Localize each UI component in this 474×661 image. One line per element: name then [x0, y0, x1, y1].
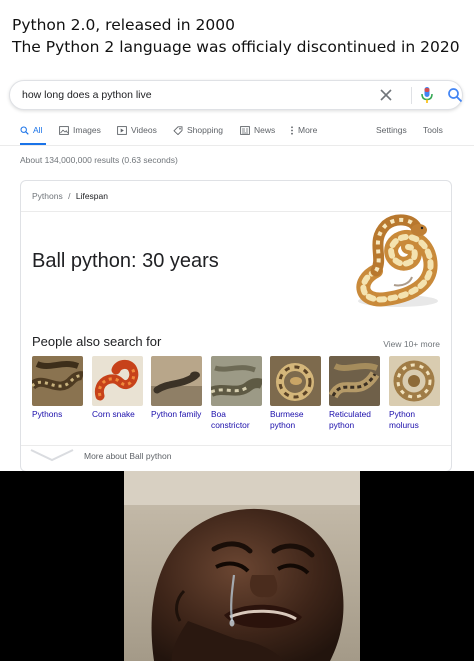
crying-man-photo [124, 471, 360, 661]
search-box[interactable] [9, 80, 463, 110]
tools-link[interactable]: Tools [423, 125, 443, 135]
caption-line-2: The Python 2 language was officialy disc… [12, 38, 460, 56]
python-family-thumbnail [151, 356, 202, 406]
related-item-label: Corn snake [92, 409, 135, 419]
related-item-burmese-python[interactable]: Burmese python [270, 356, 324, 431]
tab-more-label: More [298, 125, 318, 135]
breadcrumb: Pythons / Lifespan [32, 191, 108, 201]
tab-all-label: All [33, 125, 43, 135]
breadcrumb-separator: / [68, 191, 71, 201]
tab-shopping-label: Shopping [187, 125, 223, 135]
related-entities: Pythons Corn snake Python family Boa con… [32, 356, 447, 436]
search-input[interactable] [22, 81, 362, 109]
related-item-label: Python family [151, 409, 202, 419]
video-icon [117, 125, 127, 135]
related-item-boa-constrictor[interactable]: Boa constrictor [211, 356, 265, 431]
boa-constrictor-thumbnail [211, 356, 262, 406]
tab-more[interactable]: More [290, 125, 317, 135]
meme-caption: Python 2.0, released in 2000 The Python … [12, 14, 460, 58]
burmese-python-thumbnail [270, 356, 321, 406]
tab-videos-label: Videos [131, 125, 157, 135]
close-icon[interactable] [379, 87, 393, 103]
view-more-link[interactable]: View 10+ more [383, 339, 440, 349]
more-vertical-icon [291, 125, 293, 135]
tab-images[interactable]: Images [59, 125, 101, 135]
more-about-link[interactable]: More about Ball python [84, 451, 171, 461]
related-item-reticulated-python[interactable]: Reticulated python [329, 356, 383, 431]
settings-link[interactable]: Settings [376, 125, 407, 135]
tab-images-label: Images [73, 125, 101, 135]
tag-icon [173, 125, 183, 135]
related-item-label: Burmese python [270, 409, 304, 430]
results-stats: About 134,000,000 results (0.63 seconds) [20, 155, 178, 165]
settings-label: Settings [376, 125, 407, 135]
reticulated-python-thumbnail [329, 356, 380, 406]
related-item-pythons[interactable]: Pythons [32, 356, 86, 420]
reaction-panel [0, 471, 474, 661]
microphone-icon[interactable] [420, 86, 434, 105]
tools-label: Tools [423, 125, 443, 135]
people-also-search-title: People also search for [32, 334, 162, 349]
lifespan-answer: Ball python: 30 years [32, 250, 219, 272]
tabs-divider [0, 145, 474, 146]
related-item-label: Boa constrictor [211, 409, 250, 430]
search-icon[interactable] [447, 87, 463, 103]
tab-shopping[interactable]: Shopping [173, 125, 223, 135]
search-icon [20, 126, 29, 135]
knowledge-panel: Pythons / Lifespan Ball python: 30 years… [20, 180, 452, 472]
ball-python-image[interactable] [346, 211, 444, 311]
search-box-divider [411, 87, 412, 104]
related-item-label: Python molurus [389, 409, 419, 430]
breadcrumb-root[interactable]: Pythons [32, 191, 63, 201]
card-bottom-divider [21, 445, 451, 446]
tab-all[interactable]: All [20, 125, 42, 135]
caption-line-1: Python 2.0, released in 2000 [12, 16, 235, 34]
news-icon [240, 125, 250, 135]
pythons-thumbnail [32, 356, 83, 406]
corn-snake-thumbnail [92, 356, 143, 406]
related-item-python-molurus[interactable]: Python molurus [389, 356, 443, 431]
tab-news-label: News [254, 125, 276, 135]
search-tabs: All Images Videos Shopping News More Set… [20, 125, 460, 139]
related-item-label: Pythons [32, 409, 63, 419]
related-item-corn-snake[interactable]: Corn snake [92, 356, 146, 420]
tab-news[interactable]: News [240, 125, 275, 135]
related-item-label: Reticulated python [329, 409, 371, 430]
chevron-down-icon[interactable] [29, 447, 75, 463]
breadcrumb-current: Lifespan [75, 191, 108, 201]
related-item-python-family[interactable]: Python family [151, 356, 205, 420]
image-icon [59, 125, 69, 135]
python-molurus-thumbnail [389, 356, 440, 406]
tab-videos[interactable]: Videos [117, 125, 157, 135]
